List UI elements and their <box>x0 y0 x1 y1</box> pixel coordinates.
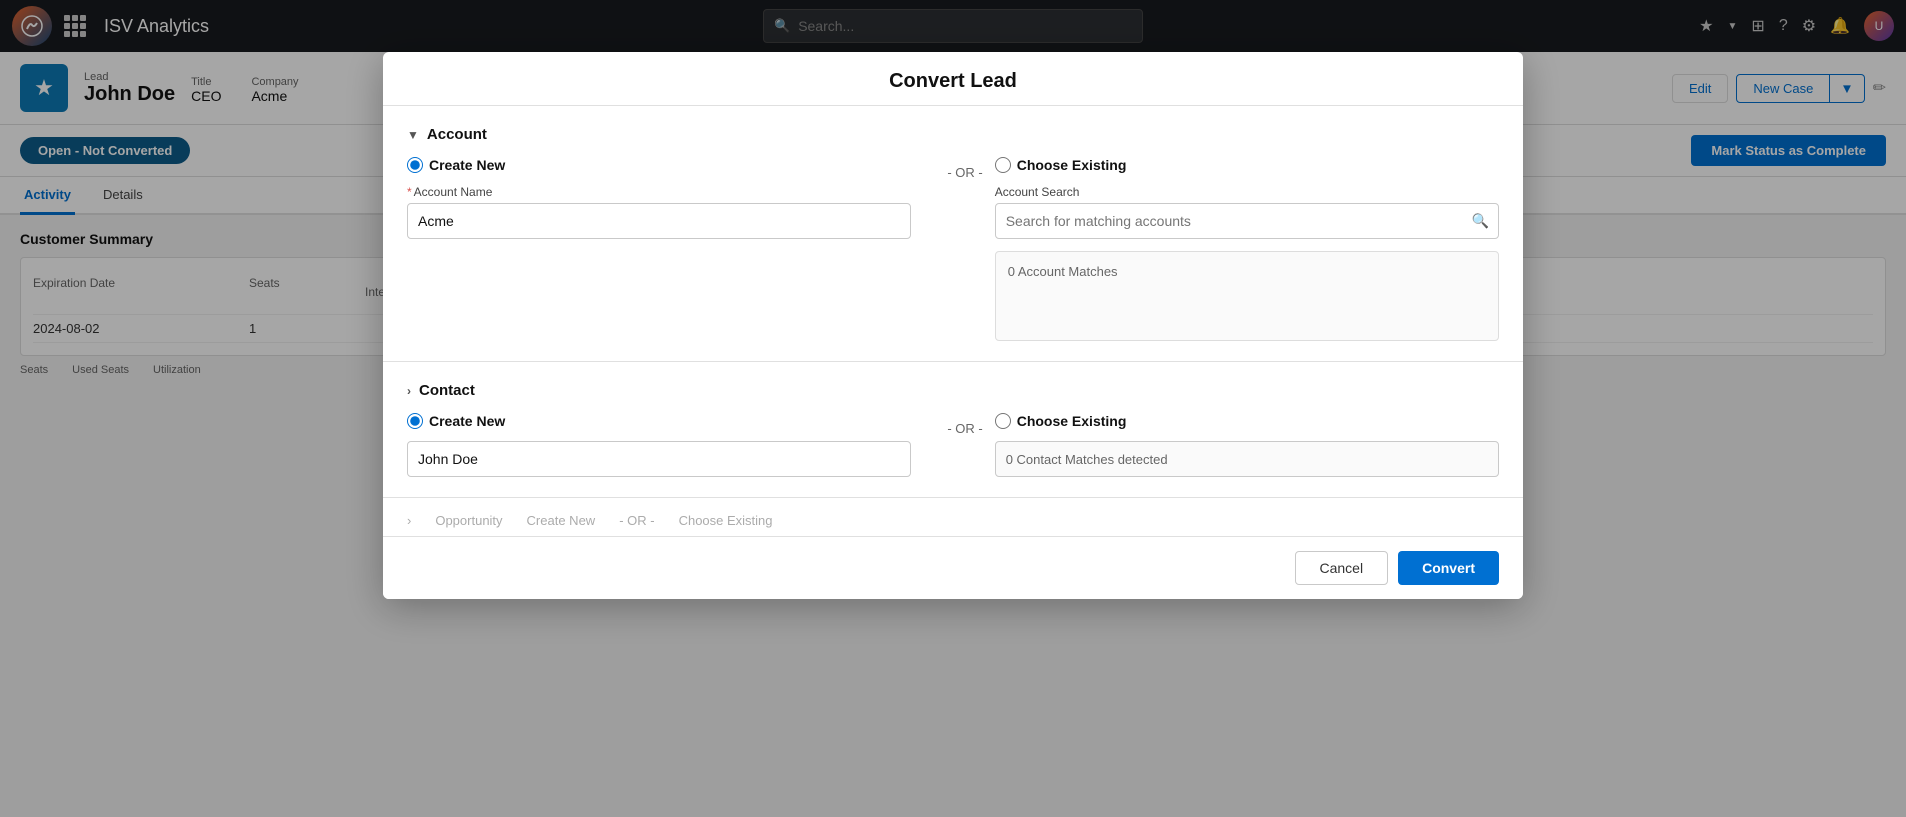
contact-section-label: Contact <box>419 382 475 399</box>
account-create-new-radio-group: Create New <box>407 157 911 173</box>
account-matches-text: 0 Account Matches <box>1008 264 1118 279</box>
contact-matches-text: 0 Contact Matches detected <box>1006 452 1168 467</box>
contact-choose-existing-radio-group: Choose Existing <box>995 413 1499 429</box>
account-or-label: - OR - <box>935 161 994 184</box>
account-section-body: Create New *Account Name - OR - <box>407 157 1499 341</box>
account-search-icon: 🔍 <box>1472 213 1489 230</box>
account-chevron-icon[interactable]: ▼ <box>407 128 419 142</box>
account-section-label: Account <box>427 126 487 143</box>
account-name-input[interactable] <box>407 203 911 239</box>
account-choose-existing-radio[interactable] <box>995 157 1011 173</box>
contact-section: › Contact Create New - OR - <box>383 362 1523 498</box>
contact-create-new-label: Create New <box>429 413 505 429</box>
convert-button[interactable]: Convert <box>1398 551 1499 585</box>
opp-chevron-icon: › <box>407 513 411 528</box>
contact-choose-existing-label: Choose Existing <box>1017 413 1127 429</box>
modal-overlay: Convert Lead × ▼ Account Create New <box>0 0 1906 817</box>
opp-choose-existing-partial: Choose Existing <box>679 513 773 528</box>
contact-chevron-icon[interactable]: › <box>407 384 411 398</box>
opp-create-new-partial: Create New <box>527 513 596 528</box>
modal-header: Convert Lead × <box>383 52 1523 106</box>
account-create-new-label: Create New <box>429 157 505 173</box>
account-search-input[interactable] <box>995 203 1499 239</box>
account-search-label: Account Search <box>995 185 1499 199</box>
contact-create-new-panel: Create New <box>407 413 935 477</box>
modal-close-button[interactable]: × <box>1499 52 1523 56</box>
contact-create-new-radio-group: Create New <box>407 413 911 429</box>
account-choose-existing-label: Choose Existing <box>1017 157 1127 173</box>
convert-lead-modal: Convert Lead × ▼ Account Create New <box>383 52 1523 599</box>
contact-name-input[interactable] <box>407 441 911 477</box>
modal-title: Convert Lead <box>889 70 1017 92</box>
account-choose-existing-panel: Choose Existing Account Search 🔍 0 Accou… <box>995 157 1499 341</box>
contact-section-header: › Contact <box>407 382 1499 399</box>
account-name-label: *Account Name <box>407 185 911 199</box>
account-search-wrapper: 🔍 <box>995 203 1499 239</box>
modal-footer: Cancel Convert <box>383 536 1523 599</box>
account-create-new-panel: Create New *Account Name <box>407 157 935 251</box>
cancel-button[interactable]: Cancel <box>1295 551 1389 585</box>
account-search-field: Account Search 🔍 <box>995 185 1499 239</box>
contact-choose-existing-panel: Choose Existing 0 Contact Matches detect… <box>995 413 1499 477</box>
account-matches-box: 0 Account Matches <box>995 251 1499 341</box>
contact-create-new-radio[interactable] <box>407 413 423 429</box>
contact-choose-existing-radio[interactable] <box>995 413 1011 429</box>
opp-or-partial: - OR - <box>619 513 654 528</box>
account-choose-existing-radio-group: Choose Existing <box>995 157 1499 173</box>
modal-body[interactable]: ▼ Account Create New *Account Name <box>383 106 1523 536</box>
required-star: * <box>407 185 412 199</box>
account-section-header: ▼ Account <box>407 126 1499 143</box>
contact-section-body: Create New - OR - Choose Existing 0 <box>407 413 1499 477</box>
contact-matches-display: 0 Contact Matches detected <box>995 441 1499 477</box>
opportunity-label: Opportunity <box>435 513 502 528</box>
account-create-new-radio[interactable] <box>407 157 423 173</box>
opportunity-section-partial: › Opportunity Create New - OR - Choose E… <box>383 498 1523 536</box>
account-section: ▼ Account Create New *Account Name <box>383 106 1523 362</box>
contact-or-label: - OR - <box>935 417 994 440</box>
account-name-field: *Account Name <box>407 185 911 239</box>
